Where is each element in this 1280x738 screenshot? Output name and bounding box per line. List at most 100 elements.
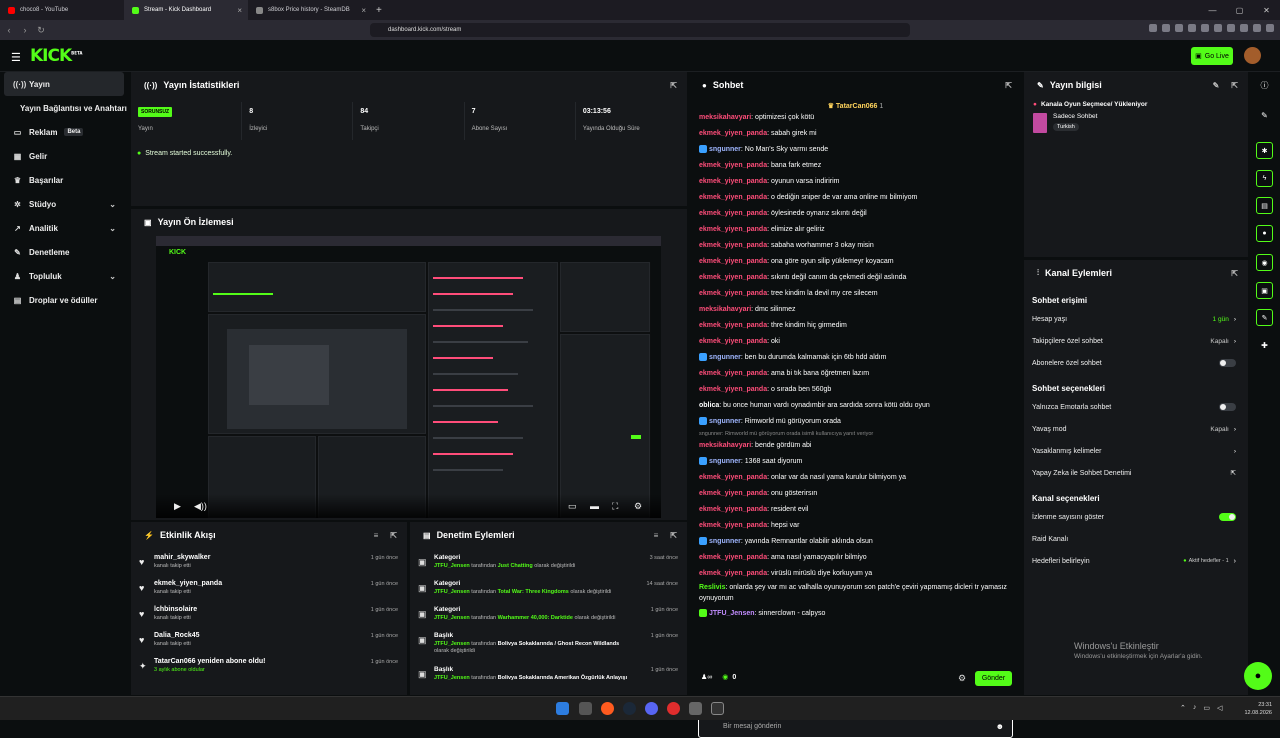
sidebar-item-denetleme[interactable]: ✎ Denetleme — [0, 240, 130, 264]
settings-icon[interactable]: ⚙ — [634, 501, 642, 512]
sidebar-item-gelir[interactable]: ▦ Gelir — [0, 144, 130, 168]
chat-users-icon[interactable]: ♟∞ — [701, 673, 712, 681]
app-icon[interactable] — [667, 702, 680, 715]
settings-icon[interactable]: ⚙ — [958, 673, 966, 684]
search-icon[interactable] — [579, 702, 592, 715]
setting-subscribers-only[interactable]: Abonelere özel sohbet — [1024, 352, 1248, 374]
setting-ai-moderation[interactable]: Yapay Zeka ile Sohbet Denetimi ⇱ — [1024, 462, 1248, 484]
play-icon[interactable]: ▶ — [174, 501, 181, 512]
extension-icon[interactable] — [1214, 24, 1222, 32]
chat-username[interactable]: ekmek_yiyen_panda — [699, 290, 767, 297]
pencil-icon[interactable]: ✎ — [1256, 107, 1273, 124]
avatar[interactable] — [1244, 47, 1261, 64]
chat-username[interactable]: ekmek_yiyen_panda — [699, 226, 767, 233]
popout-icon[interactable]: ⇱ — [390, 531, 397, 540]
theater-icon[interactable]: ▬ — [590, 501, 599, 511]
browser-tab-steamdb[interactable]: s8box Price history - SteamDB × — [248, 0, 372, 20]
popout-icon[interactable]: ⇱ — [670, 81, 677, 90]
minimize-icon[interactable]: — — [1199, 0, 1226, 20]
toggle-switch[interactable] — [1219, 403, 1236, 411]
chat-username[interactable]: ekmek_yiyen_panda — [699, 522, 767, 529]
widget-broadcast-icon[interactable]: ◉ — [1256, 254, 1273, 271]
chat-username[interactable]: ekmek_yiyen_panda — [699, 386, 767, 393]
chat-username[interactable]: meksikahavyari — [699, 114, 751, 121]
preview-video[interactable]: KICK ▶ ◀)) ▭ ▬ ⛶ ⚙ — [156, 236, 661, 518]
sidebar-item-analitik[interactable]: ↗ Analitik ⌄ — [0, 216, 130, 240]
obs-icon[interactable] — [711, 702, 724, 715]
setting-slow-mode[interactable]: Yavaş mod Kapalı › — [1024, 418, 1248, 440]
popout-icon[interactable]: ⇱ — [1005, 81, 1012, 90]
fullscreen-icon[interactable]: ⛶ — [612, 501, 618, 512]
sidebar-item-droplar[interactable]: ▤ Droplar ve ödüller — [0, 288, 130, 312]
chat-username[interactable]: meksikahavyari — [699, 442, 751, 449]
clock[interactable]: 23:31 12.08.2026 — [1244, 701, 1272, 717]
chat-username[interactable]: ekmek_yiyen_panda — [699, 370, 767, 377]
back-icon[interactable]: ‹ — [2, 25, 16, 35]
chat-username[interactable]: oblica — [699, 402, 719, 409]
chat-username[interactable]: JTFU_Jensen — [709, 610, 755, 617]
chat-username[interactable]: sngunner — [709, 354, 741, 361]
popout-icon[interactable]: ⇱ — [1231, 269, 1238, 278]
setting-show-viewcount[interactable]: İzlenme sayısını göster — [1024, 506, 1248, 528]
setting-emote-only[interactable]: Yalnızca Emotarla sohbet — [1024, 396, 1248, 418]
chat-username[interactable]: ekmek_yiyen_panda — [699, 178, 767, 185]
discord-icon[interactable] — [645, 702, 658, 715]
toggle-switch[interactable] — [1219, 513, 1236, 521]
setting-banned-words[interactable]: Yasaklanmış kelimeler › — [1024, 440, 1248, 462]
chat-username[interactable]: ekmek_yiyen_panda — [699, 274, 767, 281]
emoji-icon[interactable]: ☻ — [996, 722, 1004, 731]
chat-username[interactable]: ekmek_yiyen_panda — [699, 242, 767, 249]
kick-logo[interactable]: KICKBETA — [30, 46, 82, 66]
brave-icon[interactable] — [601, 702, 614, 715]
setting-goals[interactable]: Hedefleri belirleyin ● Aktif hedefler - 1 › — [1024, 550, 1248, 572]
steam-icon[interactable] — [623, 702, 636, 715]
setting-followers-only[interactable]: Takipçilere özel sohbet Kapalı › — [1024, 330, 1248, 352]
chat-username[interactable]: ekmek_yiyen_panda — [699, 338, 767, 345]
chat-username[interactable]: sngunner — [709, 458, 741, 465]
close-tab-icon[interactable]: × — [237, 6, 242, 15]
extension-icon[interactable] — [1253, 24, 1261, 32]
chat-username[interactable]: ekmek_yiyen_panda — [699, 210, 767, 217]
reload-icon[interactable]: ↻ — [34, 25, 48, 36]
start-icon[interactable] — [556, 702, 569, 715]
extension-icon[interactable] — [1175, 24, 1183, 32]
chat-username[interactable]: ekmek_yiyen_panda — [699, 322, 767, 329]
toggle-switch[interactable] — [1219, 359, 1236, 367]
chat-username[interactable]: Reslivis — [699, 584, 725, 591]
widget-save-icon[interactable]: ▣ — [1256, 282, 1273, 299]
extension-icon[interactable] — [1266, 24, 1274, 32]
browser-tab-youtube[interactable]: choco8 - YouTube — [0, 0, 124, 20]
chevron-up-icon[interactable]: ⌃ — [1180, 704, 1186, 712]
pinned-user[interactable]: ♛ TatarCan066 1 — [689, 102, 1022, 110]
filter-icon[interactable]: ≡ — [374, 531, 379, 540]
chat-username[interactable]: ekmek_yiyen_panda — [699, 506, 767, 513]
info-icon[interactable]: ⓘ — [1256, 77, 1273, 94]
chat-username[interactable]: ekmek_yiyen_panda — [699, 490, 767, 497]
sidebar-item-yayin[interactable]: ((·)) Yayın — [4, 72, 124, 96]
chat-username[interactable]: ekmek_yiyen_panda — [699, 570, 767, 577]
pip-icon[interactable]: ▭ — [568, 501, 577, 512]
sidebar-item-basarilar[interactable]: ♛ Başarılar — [0, 168, 130, 192]
chat-username[interactable]: meksikahavyari — [699, 306, 751, 313]
chat-username[interactable]: ekmek_yiyen_panda — [699, 474, 767, 481]
close-tab-icon[interactable]: × — [361, 6, 366, 15]
chat-username[interactable]: sngunner — [709, 418, 741, 425]
menu-icon[interactable]: ☰ — [11, 51, 21, 64]
sidebar-item-studyo[interactable]: ✲ Stüdyo ⌄ — [0, 192, 130, 216]
popout-icon[interactable]: ⇱ — [1231, 81, 1238, 90]
forward-icon[interactable]: › — [18, 25, 32, 35]
widget-doc-icon[interactable]: ▤ — [1256, 197, 1273, 214]
chat-username[interactable]: ekmek_yiyen_panda — [699, 554, 767, 561]
go-live-button[interactable]: ▣ Go Live — [1191, 47, 1233, 65]
sidebar-item-reklam[interactable]: ▭ Reklam Beta — [0, 120, 130, 144]
extension-icon[interactable] — [1240, 24, 1248, 32]
browser-tab-kick[interactable]: Stream - Kick Dashboard × — [124, 0, 248, 20]
sidebar-item-topluluk[interactable]: ♟ Topluluk ⌄ — [0, 264, 130, 288]
mic-icon[interactable]: ♪ — [1193, 704, 1197, 712]
widget-bug-icon[interactable]: ✱ — [1256, 142, 1273, 159]
chat-username[interactable]: ekmek_yiyen_panda — [699, 194, 767, 201]
help-chat-button[interactable]: ● — [1244, 662, 1272, 690]
setting-account-age[interactable]: Hesap yaşı 1 gün › — [1024, 308, 1248, 330]
extension-icon[interactable] — [1201, 24, 1209, 32]
chat-username[interactable]: ekmek_yiyen_panda — [699, 162, 767, 169]
